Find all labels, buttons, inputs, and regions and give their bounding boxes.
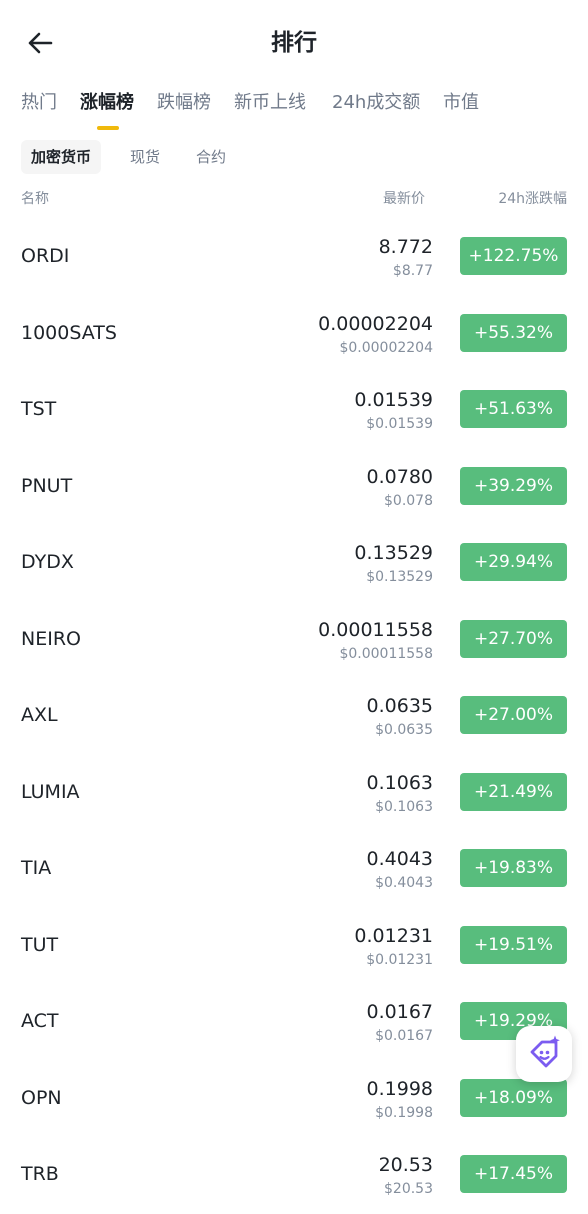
page-title: 排行 [271, 30, 317, 56]
usd-price: $0.00011558 [339, 645, 433, 662]
last-price: 0.0635 [366, 695, 433, 717]
list-item[interactable]: DYDX 0.13529 $0.13529 +29.94% [0, 525, 588, 602]
list-item[interactable]: ORDI 8.772 $8.77 +122.75% [0, 219, 588, 296]
usd-price: $0.1998 [375, 1104, 433, 1121]
usd-price: $0.13529 [366, 569, 433, 585]
symbol: OPN [21, 1086, 62, 1109]
usd-price: $20.53 [384, 1181, 433, 1197]
symbol: AXL [21, 704, 58, 726]
last-price: 0.00011558 [318, 618, 433, 641]
change-badge[interactable]: +51.63% [460, 390, 567, 428]
list-item[interactable]: LUMIA 0.1063 $0.1063 +21.49% [0, 755, 588, 832]
usd-price: $0.0167 [375, 1028, 433, 1044]
symbol: TUT [21, 933, 59, 956]
change-badge[interactable]: +19.83% [460, 849, 567, 887]
last-price: 0.00002204 [318, 312, 433, 335]
tab-new-listings[interactable]: 新币上线 [234, 90, 306, 116]
last-price: 0.01231 [354, 924, 433, 947]
list-item[interactable]: NEIRO 0.00011558 $0.00011558 +27.70% [0, 602, 588, 679]
symbol: TRB [21, 1163, 59, 1185]
usd-price: $0.078 [384, 492, 433, 509]
back-button[interactable] [18, 24, 62, 64]
subtab-futures[interactable]: 合约 [186, 140, 236, 174]
last-price: 8.772 [378, 236, 433, 258]
symbol: 1000SATS [21, 321, 117, 344]
change-badge[interactable]: +18.09% [460, 1078, 567, 1117]
symbol: LUMIA [21, 780, 80, 803]
list-item[interactable]: TIA 0.4043 $0.4043 +19.83% [0, 831, 588, 908]
list-item[interactable]: TST 0.01539 $0.01539 +51.63% [0, 372, 588, 449]
subtab-crypto[interactable]: 加密货币 [21, 140, 102, 174]
ai-assistant-button[interactable] [516, 1026, 572, 1082]
ranking-tabs: 热门 涨幅榜 跌幅榜 新币上线 24h成交额 市值 [0, 84, 588, 132]
last-price: 0.1063 [366, 771, 433, 794]
change-badge[interactable]: +17.45% [460, 1155, 567, 1193]
top-bar: 排行 [0, 0, 588, 84]
change-badge[interactable]: +39.29% [460, 466, 567, 505]
symbol: PNUT [21, 474, 73, 497]
change-badge[interactable]: +21.49% [460, 772, 567, 811]
change-badge[interactable]: +29.94% [460, 543, 567, 581]
change-badge[interactable]: +55.32% [460, 313, 567, 352]
tab-24h-volume[interactable]: 24h成交额 [332, 90, 420, 116]
usd-price: $8.77 [392, 263, 433, 279]
column-header-change[interactable]: 24h涨跌幅 [498, 188, 567, 208]
usd-price: $0.01539 [366, 416, 433, 432]
change-badge[interactable]: +27.70% [460, 619, 567, 658]
column-header-price[interactable]: 最新价 [383, 188, 425, 208]
column-header-name[interactable]: 名称 [21, 188, 49, 208]
last-price: 0.1998 [366, 1077, 433, 1100]
ranking-list: ORDI 8.772 $8.77 +122.75% 1000SATS 0.000… [0, 219, 588, 1214]
usd-price: $0.01231 [366, 951, 433, 968]
last-price: 0.13529 [354, 542, 433, 564]
symbol: ORDI [21, 245, 70, 267]
usd-price: $0.4043 [375, 875, 433, 891]
active-tab-indicator [97, 126, 119, 130]
last-price: 0.0167 [366, 1001, 433, 1023]
last-price: 20.53 [378, 1154, 433, 1176]
tab-market-cap[interactable]: 市值 [443, 90, 479, 116]
usd-price: $0.0635 [375, 722, 433, 738]
list-item[interactable]: PNUT 0.0780 $0.078 +39.29% [0, 449, 588, 526]
usd-price: $0.00002204 [339, 339, 433, 356]
list-item[interactable]: OPN 0.1998 $0.1998 +18.09% [0, 1061, 588, 1138]
symbol: TIA [21, 857, 52, 879]
last-price: 0.4043 [366, 848, 433, 870]
last-price: 0.01539 [354, 389, 433, 411]
tab-hot[interactable]: 热门 [21, 90, 57, 116]
last-price: 0.0780 [366, 465, 433, 488]
list-item[interactable]: TUT 0.01231 $0.01231 +19.51% [0, 908, 588, 985]
arrow-left-icon [28, 32, 53, 54]
market-type-filter: 加密货币 现货 合约 [0, 140, 588, 176]
change-badge[interactable]: +122.75% [460, 237, 567, 275]
change-badge[interactable]: +27.00% [460, 696, 567, 734]
list-item[interactable]: ACT 0.0167 $0.0167 +19.29% [0, 984, 588, 1061]
list-item[interactable]: TRB 20.53 $20.53 +17.45% [0, 1137, 588, 1214]
column-headers: 名称 最新价 24h涨跌幅 [0, 186, 588, 210]
ai-assistant-icon [530, 1035, 560, 1068]
subtab-spot[interactable]: 现货 [120, 140, 170, 174]
symbol: ACT [21, 1010, 59, 1032]
change-badge[interactable]: +19.51% [460, 925, 567, 964]
symbol: DYDX [21, 551, 74, 573]
symbol: NEIRO [21, 627, 81, 650]
symbol: TST [21, 398, 57, 420]
usd-price: $0.1063 [375, 798, 433, 815]
list-item[interactable]: AXL 0.0635 $0.0635 +27.00% [0, 678, 588, 755]
list-item[interactable]: 1000SATS 0.00002204 $0.00002204 +55.32% [0, 296, 588, 373]
tab-losers[interactable]: 跌幅榜 [157, 90, 211, 116]
tab-gainers[interactable]: 涨幅榜 [80, 90, 134, 116]
